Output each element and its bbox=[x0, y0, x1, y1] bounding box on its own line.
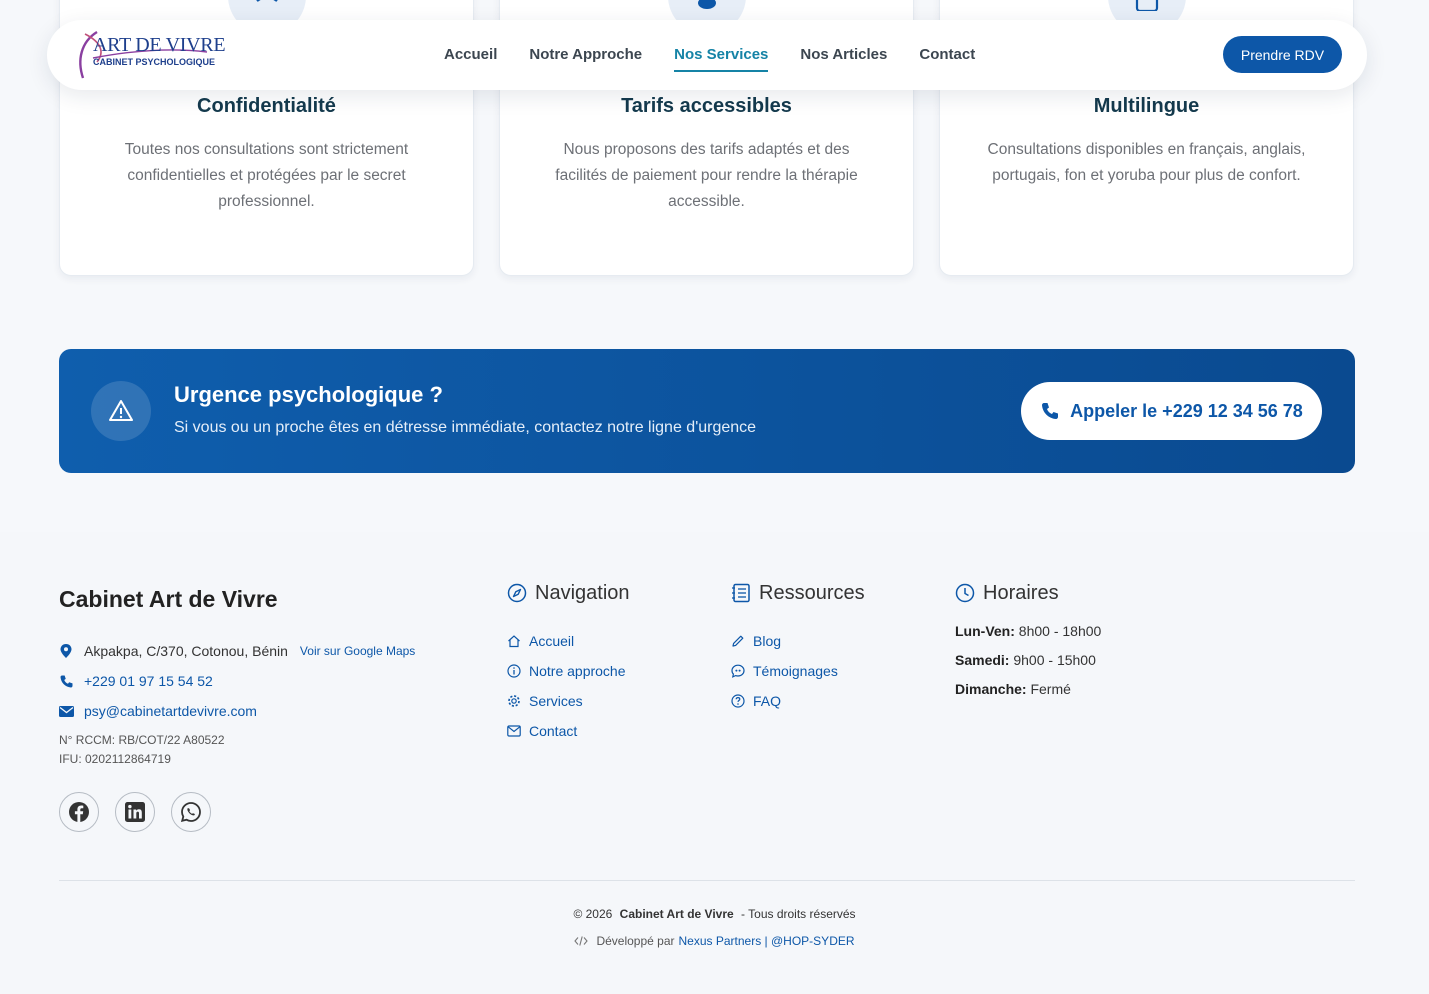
whatsapp-icon bbox=[180, 802, 201, 823]
main-nav: Accueil Notre Approche Nos Services Nos … bbox=[444, 20, 1007, 90]
footer-link-accueil[interactable]: Accueil bbox=[529, 633, 574, 649]
book-appointment-button[interactable]: Prendre RDV bbox=[1223, 36, 1342, 73]
resources-column-title: Ressources bbox=[759, 581, 865, 604]
footer-link-contact[interactable]: Contact bbox=[529, 723, 577, 739]
feature-title: Tarifs accessibles bbox=[621, 95, 792, 117]
hours-day: Samedi: bbox=[955, 652, 1010, 668]
code-icon bbox=[574, 936, 589, 946]
footer-resources-column: Ressources Blog Témoignages FAQ bbox=[731, 580, 865, 716]
hours-time: Fermé bbox=[1030, 681, 1071, 697]
credit-prefix: Développé par bbox=[596, 934, 675, 948]
hours-row: Dimanche: Fermé bbox=[955, 681, 1101, 710]
copyright-suffix: - Tous droits réservés bbox=[741, 907, 856, 921]
copyright-prefix: © 2026 bbox=[573, 907, 613, 921]
facebook-link[interactable] bbox=[59, 792, 99, 832]
footer-divider bbox=[59, 880, 1355, 881]
phone-icon bbox=[59, 674, 84, 689]
clock-icon bbox=[955, 583, 975, 603]
logo-subtitle: CABINET PSYCHOLOGIQUE bbox=[93, 57, 216, 67]
hours-day: Dimanche: bbox=[955, 681, 1027, 697]
call-emergency-button[interactable]: Appeler le +229 12 34 56 78 bbox=[1021, 382, 1322, 440]
emergency-text: Si vous ou un proche êtes en détresse im… bbox=[174, 419, 757, 436]
linkedin-icon bbox=[125, 802, 145, 822]
nav-nos-services[interactable]: Nos Services bbox=[674, 20, 769, 90]
footer-nav-column: Navigation Accueil Notre approche Servic… bbox=[507, 580, 630, 746]
copyright-brand: Cabinet Art de Vivre bbox=[619, 907, 734, 921]
nav-accueil[interactable]: Accueil bbox=[444, 20, 497, 90]
phone-link[interactable]: +229 01 97 15 54 52 bbox=[84, 673, 213, 689]
feature-title: Multilingue bbox=[1093, 95, 1200, 117]
nav-column-title: Navigation bbox=[535, 581, 630, 604]
pencil-icon bbox=[732, 635, 744, 647]
map-pin-icon bbox=[59, 643, 84, 659]
address-text: Akpakpa, C/370, Cotonou, Bénin bbox=[84, 643, 288, 659]
footer-link-temoignages[interactable]: Témoignages bbox=[753, 663, 838, 679]
copyright: © 2026 Cabinet Art de Vivre - Tous droit… bbox=[0, 907, 1429, 921]
footer-link-blog[interactable]: Blog bbox=[753, 633, 781, 649]
journal-icon bbox=[732, 583, 750, 603]
mail-icon bbox=[507, 725, 521, 737]
facebook-icon bbox=[69, 802, 89, 822]
hours-row: Lun-Ven: 8h00 - 18h00 bbox=[955, 623, 1101, 652]
hours-time: 9h00 - 15h00 bbox=[1013, 652, 1096, 668]
footer-link-faq[interactable]: FAQ bbox=[753, 693, 781, 709]
whatsapp-link[interactable] bbox=[171, 792, 211, 832]
feature-text: Toutes nos consultations sont strictemen… bbox=[124, 141, 409, 210]
footer-link-notre-approche[interactable]: Notre approche bbox=[529, 663, 626, 679]
email-link[interactable]: psy@cabinetartdevivre.com bbox=[84, 703, 257, 719]
compass-icon bbox=[507, 583, 527, 603]
gear-icon bbox=[508, 695, 520, 707]
footer-link-services[interactable]: Services bbox=[529, 693, 583, 709]
logo[interactable]: ART DE VIVRE CABINET PSYCHOLOGIQUE bbox=[75, 28, 226, 82]
developer-credit: Développé par Nexus Partners | @HOP-SYDE… bbox=[0, 934, 1429, 948]
footer-address: Akpakpa, C/370, Cotonou, Bénin Voir sur … bbox=[59, 643, 415, 659]
linkedin-link[interactable] bbox=[115, 792, 155, 832]
nav-notre-approche[interactable]: Notre Approche bbox=[529, 20, 642, 90]
info-icon bbox=[507, 664, 521, 678]
footer-phone: +229 01 97 15 54 52 bbox=[59, 673, 213, 689]
ifu-number: IFU: 0202112864719 bbox=[59, 752, 171, 766]
quote-bubble-icon bbox=[731, 664, 745, 678]
nav-nos-articles[interactable]: Nos Articles bbox=[800, 20, 887, 90]
phone-icon bbox=[1042, 403, 1059, 419]
google-maps-link[interactable]: Voir sur Google Maps bbox=[300, 644, 415, 658]
logo-title: ART DE VIVRE bbox=[93, 34, 226, 56]
site-footer: Cabinet Art de Vivre Akpakpa, C/370, Cot… bbox=[0, 532, 1429, 994]
emergency-banner: Urgence psychologique ? Si vous ou un pr… bbox=[59, 349, 1355, 473]
envelope-icon bbox=[59, 705, 84, 717]
hours-column-title: Horaires bbox=[983, 581, 1059, 604]
question-icon bbox=[731, 694, 745, 708]
rccm-number: N° RCCM: RB/COT/22 A80522 bbox=[59, 733, 225, 747]
warning-icon bbox=[91, 381, 151, 441]
call-button-label: Appeler le +229 12 34 56 78 bbox=[1070, 400, 1303, 421]
hours-time: 8h00 - 18h00 bbox=[1018, 623, 1102, 639]
emergency-title: Urgence psychologique ? bbox=[174, 382, 443, 407]
footer-hours-column: Horaires Lun-Ven: 8h00 - 18h00 Samedi: 9… bbox=[955, 580, 1101, 710]
feature-title: Confidentialité bbox=[197, 95, 336, 117]
footer-email: psy@cabinetartdevivre.com bbox=[59, 703, 257, 719]
hours-day: Lun-Ven: bbox=[955, 623, 1015, 639]
feature-text: Nous proposons des tarifs adaptés et des… bbox=[555, 141, 858, 210]
feature-text: Consultations disponibles en français, a… bbox=[987, 141, 1306, 184]
hours-row: Samedi: 9h00 - 15h00 bbox=[955, 652, 1101, 681]
home-icon bbox=[508, 635, 520, 648]
footer-brand: Cabinet Art de Vivre bbox=[59, 586, 278, 612]
nav-contact[interactable]: Contact bbox=[919, 20, 975, 90]
site-header: ART DE VIVRE CABINET PSYCHOLOGIQUE Accue… bbox=[47, 20, 1367, 90]
social-links bbox=[59, 792, 227, 832]
developer-link[interactable]: Nexus Partners | @HOP-SYDER bbox=[679, 934, 855, 948]
